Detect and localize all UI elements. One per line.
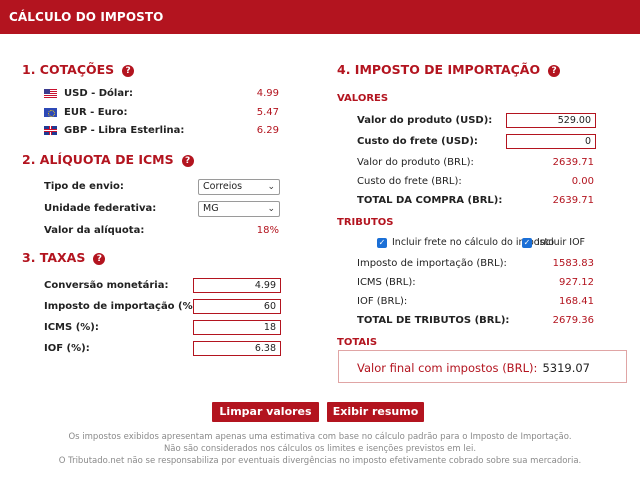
- subsection-tributos: TRIBUTOS: [337, 217, 394, 228]
- disclaimer-line-2: Não são considerados nos cálculos os lim…: [163, 444, 477, 454]
- rate-label-usd: USD - Dólar:: [64, 88, 134, 99]
- icms-percent-label: ICMS (%):: [44, 322, 99, 333]
- shipping-brl-value: 0.00: [571, 176, 594, 187]
- icms-brl-label: ICMS (BRL):: [357, 277, 416, 288]
- taxes-total-value: 2679.36: [552, 315, 594, 326]
- gb-flag-icon: [44, 126, 57, 135]
- state-label: Unidade federativa:: [44, 203, 157, 214]
- disclaimer-line-1: Os impostos exibidos apresentam apenas u…: [68, 432, 572, 442]
- icms-brl-value: 927.12: [559, 277, 594, 288]
- purchase-total-value: 2639.71: [552, 195, 594, 206]
- conversion-input[interactable]: 4.99: [193, 278, 281, 293]
- show-summary-button[interactable]: Exibir resumo: [327, 402, 424, 422]
- section-title-icms: 2. ALÍQUOTA DE ICMS?: [22, 152, 194, 167]
- shipping-type-select[interactable]: Correios ⌄: [198, 179, 280, 195]
- state-select[interactable]: MG ⌄: [198, 201, 280, 217]
- include-iof-label: Incluir IOF: [537, 237, 586, 248]
- help-icon[interactable]: ?: [548, 65, 561, 77]
- section-title-cotacoes: 1. COTAÇÕES?: [22, 62, 135, 77]
- conversion-label: Conversão monetária:: [44, 280, 169, 291]
- section-title-taxas: 3. TAXAS?: [22, 250, 106, 265]
- subsection-totais: TOTAIS: [337, 337, 378, 348]
- final-total-value: 5319.07: [542, 361, 590, 375]
- help-icon[interactable]: ?: [181, 155, 194, 167]
- rate-value-eur: 5.47: [256, 107, 279, 118]
- shipping-brl-label: Custo do frete (BRL):: [357, 176, 462, 187]
- iof-brl-label: IOF (BRL):: [357, 296, 408, 307]
- import-tax-label: Imposto de importação (%):: [44, 301, 202, 312]
- product-usd-input[interactable]: 529.00: [506, 113, 596, 128]
- product-usd-label: Valor do produto (USD):: [357, 115, 493, 126]
- import-tax-brl-label: Imposto de importação (BRL):: [357, 258, 507, 269]
- section-title-cotacoes-text: 1. COTAÇÕES: [22, 62, 115, 77]
- section-title-importacao: 4. IMPOSTO DE IMPORTAÇÃO?: [337, 62, 561, 77]
- subsection-valores: VALORES: [337, 93, 389, 104]
- iof-percent-input[interactable]: 6.38: [193, 341, 281, 356]
- final-total-label: Valor final com impostos (BRL):: [357, 361, 538, 375]
- help-icon[interactable]: ?: [93, 253, 106, 265]
- help-icon[interactable]: ?: [122, 65, 135, 77]
- rate-amount-label: Valor da alíquota:: [44, 225, 145, 236]
- icms-percent-input[interactable]: 18: [193, 320, 281, 335]
- state-value: MG: [203, 203, 219, 214]
- rate-value-usd: 4.99: [256, 88, 279, 99]
- import-tax-brl-value: 1583.83: [552, 258, 594, 269]
- import-tax-input[interactable]: 60: [193, 299, 281, 314]
- product-brl-label: Valor do produto (BRL):: [357, 157, 474, 168]
- eu-flag-icon: [44, 108, 57, 117]
- section-title-importacao-text: 4. IMPOSTO DE IMPORTAÇÃO: [337, 62, 541, 77]
- rate-label-eur: EUR - Euro:: [64, 107, 128, 118]
- disclaimer-line-3: O Tributado.net não se responsabiliza po…: [58, 456, 582, 466]
- clear-values-button[interactable]: Limpar valores: [212, 402, 319, 422]
- shipping-type-value: Correios: [203, 181, 243, 192]
- section-title-icms-text: 2. ALÍQUOTA DE ICMS: [22, 152, 174, 167]
- shipping-type-label: Tipo de envio:: [44, 181, 124, 192]
- product-brl-value: 2639.71: [552, 157, 594, 168]
- final-total-box: Valor final com impostos (BRL): 5319.07: [338, 350, 627, 383]
- shipping-usd-label: Custo do frete (USD):: [357, 136, 478, 147]
- page-title: CÁLCULO DO IMPOSTO: [9, 10, 164, 24]
- chevron-down-icon: ⌄: [267, 182, 275, 192]
- include-iof-checkbox[interactable]: ✓: [522, 238, 532, 248]
- us-flag-icon: [44, 89, 57, 98]
- taxes-total-label: TOTAL DE TRIBUTOS (BRL):: [357, 315, 510, 326]
- iof-brl-value: 168.41: [559, 296, 594, 307]
- header-bar: CÁLCULO DO IMPOSTO: [0, 0, 640, 34]
- chevron-down-icon: ⌄: [267, 204, 275, 214]
- iof-percent-label: IOF (%):: [44, 343, 90, 354]
- shipping-usd-input[interactable]: 0: [506, 134, 596, 149]
- rate-amount-value: 18%: [256, 225, 279, 236]
- include-shipping-checkbox[interactable]: ✓: [377, 238, 387, 248]
- section-title-taxas-text: 3. TAXAS: [22, 250, 86, 265]
- rate-label-gbp: GBP - Libra Esterlina:: [64, 125, 185, 136]
- purchase-total-label: TOTAL DA COMPRA (BRL):: [357, 195, 503, 206]
- rate-value-gbp: 6.29: [256, 125, 279, 136]
